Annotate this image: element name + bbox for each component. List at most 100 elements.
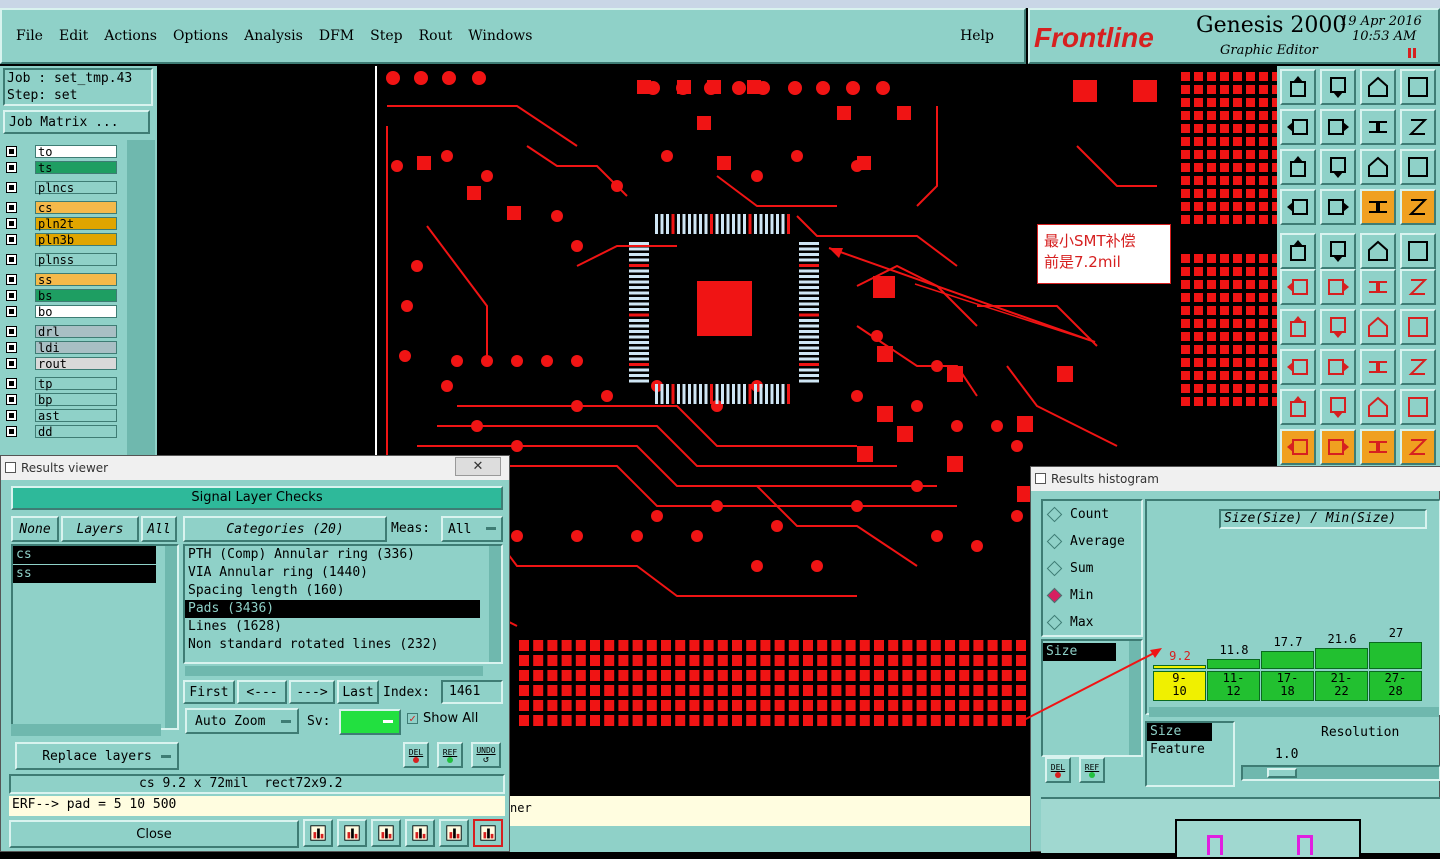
layer-row-bp[interactable]: bp	[6, 392, 117, 406]
histogram-titlebar[interactable]: Results histogram	[1031, 467, 1440, 491]
layer-checkbox-icon[interactable]	[6, 161, 17, 173]
categories-button[interactable]: Categories (20)	[183, 516, 387, 542]
slash-tool[interactable]	[1320, 309, 1356, 345]
radio-count[interactable]: Count	[1046, 506, 1109, 523]
layer-checkbox-icon[interactable]	[6, 289, 17, 301]
link-tool[interactable]	[1400, 269, 1436, 305]
layer-checkbox-icon[interactable]	[6, 425, 17, 437]
layers-highlight-tool[interactable]	[1360, 189, 1396, 225]
triangle-a-tool[interactable]	[1320, 389, 1356, 425]
first-button[interactable]: First	[183, 680, 235, 704]
layer-name[interactable]: ss	[35, 272, 117, 286]
zoom-center-tool[interactable]	[1320, 149, 1356, 185]
ref-button[interactable]: REF	[437, 742, 463, 768]
list-item[interactable]: Non standard rotated lines (232)	[185, 636, 480, 654]
layer-checkbox-icon[interactable]	[6, 409, 17, 421]
layer-name[interactable]: tp	[35, 376, 117, 390]
home-up-tool[interactable]	[1280, 69, 1316, 105]
layer-checkbox-icon[interactable]	[6, 201, 17, 213]
show-all-checkbox[interactable]: ✓	[407, 713, 418, 724]
menu-help[interactable]: Help	[960, 28, 994, 44]
list-item[interactable]: Spacing length (160)	[185, 582, 480, 600]
slider-handle[interactable]	[1267, 768, 1297, 778]
layer-row-ldi[interactable]: ldi	[6, 340, 117, 354]
layer-name[interactable]: ldi	[35, 340, 117, 354]
histogram-bar[interactable]	[1315, 648, 1368, 669]
histogram-field-list[interactable]: Size	[1041, 639, 1143, 757]
layer-checkbox-icon[interactable]	[6, 233, 17, 245]
none-button[interactable]: None	[11, 516, 59, 542]
window-tool[interactable]	[1400, 69, 1436, 105]
layer-name[interactable]: pln2t	[35, 216, 117, 230]
rotate-tool[interactable]	[1360, 309, 1396, 345]
menu-file[interactable]: File	[16, 28, 43, 44]
list-item[interactable]: Feature	[1147, 741, 1233, 759]
pointer-tool[interactable]	[1280, 429, 1316, 465]
histogram-bar[interactable]	[1369, 642, 1422, 669]
index-input[interactable]: 1461	[441, 680, 503, 704]
pan-left-tool[interactable]	[1280, 109, 1316, 145]
scale-tool[interactable]	[1360, 149, 1396, 185]
category-hscroll[interactable]	[185, 666, 483, 676]
histogram-bar[interactable]	[1207, 659, 1260, 669]
layer-name[interactable]: ast	[35, 408, 117, 422]
histogram-chart[interactable]: Size(Size) / Min(Size) 9.2 9- 10 11.8 11- 1…	[1145, 499, 1440, 715]
layer-name[interactable]: dd	[35, 424, 117, 438]
list-item[interactable]: Pads (3436)	[185, 600, 480, 618]
sv-color-dropdown[interactable]	[339, 709, 401, 735]
replace-layers-dropdown[interactable]: Replace layers	[15, 742, 179, 770]
layers-compare-tool[interactable]	[1400, 189, 1436, 225]
del-button[interactable]: DEL	[1045, 757, 1071, 783]
layer-name[interactable]: bp	[35, 392, 117, 406]
layer-row-to[interactable]: to	[6, 144, 117, 158]
layers-button[interactable]: Layers	[61, 516, 139, 542]
edit-shape-tool[interactable]	[1320, 233, 1356, 269]
vertical-scrollbar[interactable]	[1129, 641, 1141, 755]
layer-checkbox-icon[interactable]	[6, 305, 17, 317]
radio-max[interactable]: Max	[1046, 614, 1093, 631]
menu-step[interactable]: Step	[370, 28, 402, 44]
horizontal-scrollbar[interactable]	[11, 724, 161, 736]
category-scrollbar[interactable]	[489, 546, 501, 662]
del-button[interactable]: DEL	[403, 742, 429, 768]
layer-name[interactable]: rout	[35, 356, 117, 370]
chart-button[interactable]	[303, 819, 333, 847]
histogram-bar[interactable]	[1153, 665, 1206, 669]
layer-scrollbar[interactable]	[127, 140, 155, 460]
swap-tool[interactable]	[1360, 109, 1396, 145]
histogram-hscroll[interactable]	[1149, 707, 1439, 717]
layer-name[interactable]: drl	[35, 324, 117, 338]
histogram-bar[interactable]	[1261, 651, 1314, 669]
close-icon[interactable]: ✕	[455, 457, 501, 476]
triangle-tool[interactable]	[1280, 389, 1316, 425]
resolution-slider[interactable]	[1241, 765, 1440, 781]
line-segment-tool[interactable]	[1320, 349, 1356, 385]
layer-row-bo[interactable]: bo	[6, 304, 117, 318]
layer-name[interactable]: cs	[35, 200, 117, 214]
menu-windows[interactable]: Windows	[468, 28, 532, 44]
radio-min[interactable]: Min	[1046, 587, 1093, 604]
zoom-fit-tool[interactable]	[1280, 149, 1316, 185]
layer-row-plncs[interactable]: plncs	[6, 180, 117, 194]
layer-checkbox-icon[interactable]	[6, 341, 17, 353]
layer-row-ts[interactable]: ts	[6, 160, 117, 174]
arrow-link-tool[interactable]	[1360, 269, 1396, 305]
layer-row-pln2t[interactable]: pln2t	[6, 216, 117, 230]
pan-right-tool[interactable]	[1320, 109, 1356, 145]
grid-tool[interactable]	[1320, 189, 1356, 225]
next-button[interactable]: --->	[289, 680, 335, 704]
radio-average[interactable]: Average	[1046, 533, 1125, 550]
all-button[interactable]: All	[141, 516, 177, 542]
home-down-tool[interactable]	[1320, 69, 1356, 105]
list-item[interactable]: Size	[1147, 723, 1212, 741]
dot-tool[interactable]	[1400, 233, 1436, 269]
auto-zoom-dropdown[interactable]: Auto Zoom	[185, 708, 299, 734]
layer-row-tp[interactable]: tp	[6, 376, 117, 390]
close-button[interactable]: Close	[9, 820, 299, 848]
vertical-scrollbar[interactable]	[165, 546, 177, 728]
list-item[interactable]: PTH (Comp) Annular ring (336)	[185, 546, 480, 564]
size-feature-list[interactable]: Size Feature	[1145, 721, 1235, 787]
triangle-c-tool[interactable]	[1400, 389, 1436, 425]
layer-checkbox-icon[interactable]	[6, 377, 17, 389]
layer-row-pln3b[interactable]: pln3b	[6, 232, 117, 246]
